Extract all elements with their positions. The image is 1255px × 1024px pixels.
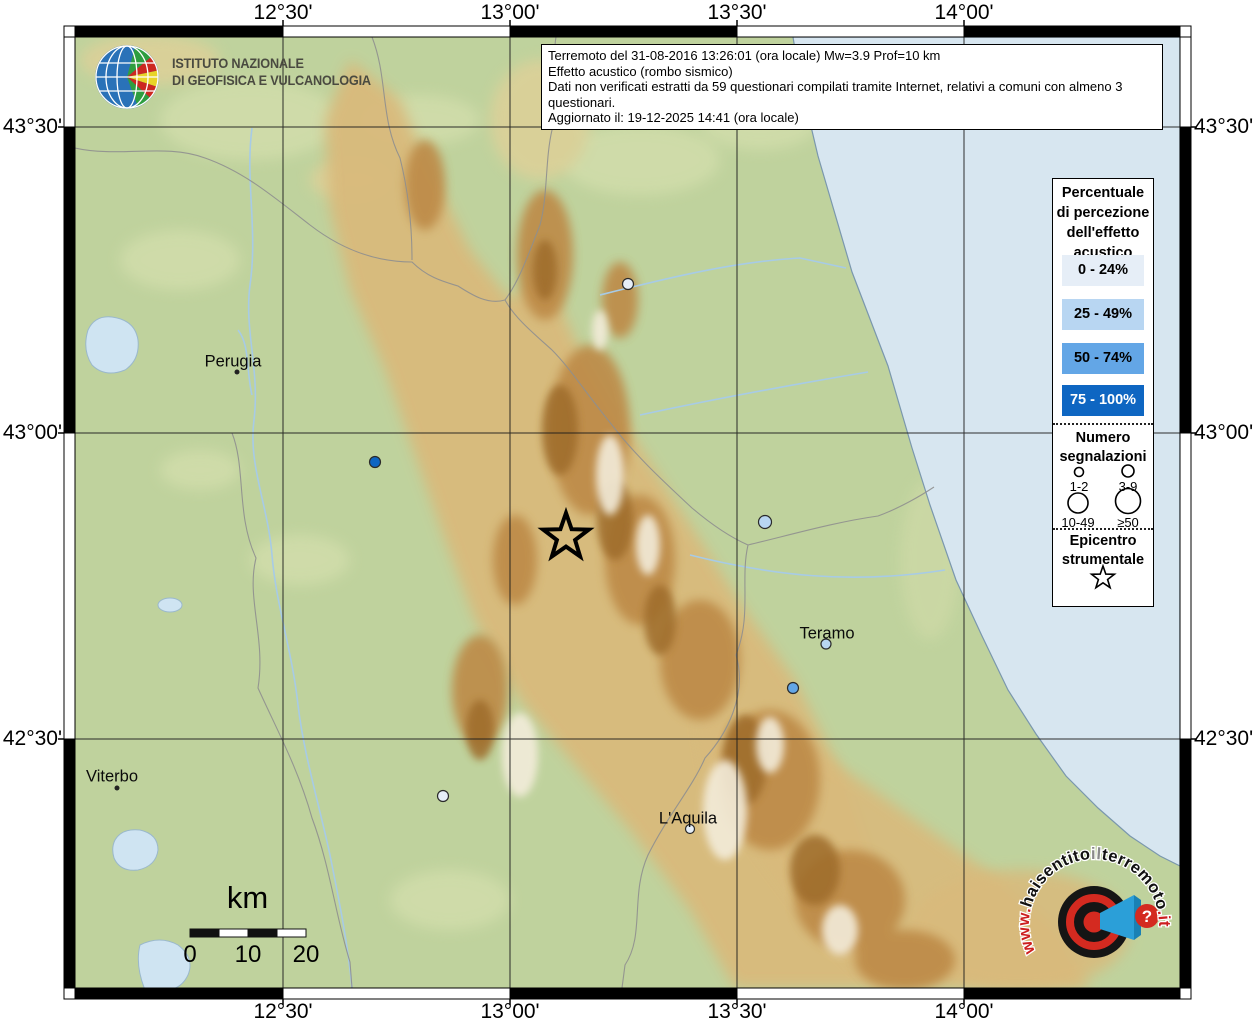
- city-label-laquila: L'Aquila: [658, 809, 718, 828]
- legend-class-25-49: 25 - 49%: [1062, 299, 1144, 330]
- legend-divider: [1053, 423, 1153, 425]
- axis-label-lat: 43°30': [1194, 115, 1254, 138]
- axis-label-lon: 13°30': [707, 1, 767, 24]
- axis-label-lon: 12°30': [253, 1, 313, 24]
- scale-bar: [189, 928, 307, 938]
- legend-panel: Percentuale di percezione dell'effetto a…: [1052, 178, 1154, 607]
- legend-class-50-74: 50 - 74%: [1062, 343, 1144, 374]
- signal-size-label: 1-2: [1070, 479, 1089, 494]
- axis-label-lat: 43°00': [1194, 421, 1254, 444]
- signal-size-label: ≥50: [1117, 515, 1139, 529]
- legend-epicenter-title: Epicentro: [1069, 533, 1137, 549]
- event-updated: Aggiornato il: 19-12-2025 14:41 (ora loc…: [548, 110, 799, 125]
- terrain-layer: ? www.haisentitoilterremoto .it: [75, 37, 1180, 988]
- axis-label-lat: 42°30': [2, 727, 62, 750]
- event-effect: Effetto acustico (rombo sismico): [548, 63, 733, 79]
- event-title: Terremoto del 31-08-2016 13:26:01 (ora l…: [548, 48, 941, 63]
- legend-class-75-100: 75 - 100%: [1062, 385, 1144, 416]
- scalebar-tick: 10: [234, 941, 262, 968]
- signal-size-label: 3-9: [1119, 479, 1138, 494]
- map-point: [436, 789, 450, 803]
- axis-label-lon: 13°00': [480, 1000, 540, 1023]
- legend-signal-sizes: 1-2 3-9 10-49 ≥50: [1061, 464, 1142, 529]
- question-mark-glyph: ?: [1142, 907, 1152, 926]
- axis-label-lon: 14°00': [934, 1, 994, 24]
- city-label-teramo: Teramo: [799, 624, 855, 643]
- legend-epicenter-star-icon: [1089, 564, 1117, 590]
- event-info-box: Terremoto del 31-08-2016 13:26:01 (ora l…: [541, 44, 1163, 130]
- map-point: [368, 455, 382, 469]
- axis-label-lat: 42°30': [1194, 727, 1254, 750]
- axis-label-lat: 43°30': [2, 115, 62, 138]
- event-source: Dati non verificati estratti da 59 quest…: [548, 79, 1123, 110]
- city-label-perugia: Perugia: [204, 352, 262, 371]
- ingv-logo: ISTITUTO NAZIONALE DI GEOFISICA E VULCAN…: [92, 42, 392, 112]
- scalebar-tick: 0: [183, 941, 197, 968]
- ingv-globe-icon: [95, 45, 159, 109]
- axis-label-lon: 13°00': [480, 1, 540, 24]
- legend-percent-title: Percentuale: [1061, 185, 1145, 201]
- ingv-name-line2: DI GEOFISICA E VULCANOLOGIA: [172, 73, 371, 88]
- ingv-name-line1: ISTITUTO NAZIONALE: [172, 56, 304, 71]
- axis-label-lat: 43°00': [2, 421, 62, 444]
- axis-label-lon: 12°30': [253, 1000, 313, 1023]
- axis-label-lon: 14°00': [934, 1000, 994, 1023]
- axis-label-lon: 13°30': [707, 1000, 767, 1023]
- map-point: [621, 277, 635, 291]
- haisentitoilterremoto-map-page: ? www.haisentitoilterremoto .it 12°30' 1…: [0, 0, 1255, 1024]
- legend-class-0-24: 0 - 24%: [1062, 255, 1144, 286]
- map-point: [757, 514, 773, 530]
- scalebar-tick: 20: [292, 941, 320, 968]
- legend-divider: [1053, 528, 1153, 530]
- legend-signals-title: Numero: [1075, 430, 1131, 446]
- map-point: [786, 681, 800, 695]
- scalebar-unit: km: [226, 880, 269, 915]
- signal-size-label: 10-49: [1061, 515, 1094, 529]
- city-label-viterbo: Viterbo: [86, 767, 138, 786]
